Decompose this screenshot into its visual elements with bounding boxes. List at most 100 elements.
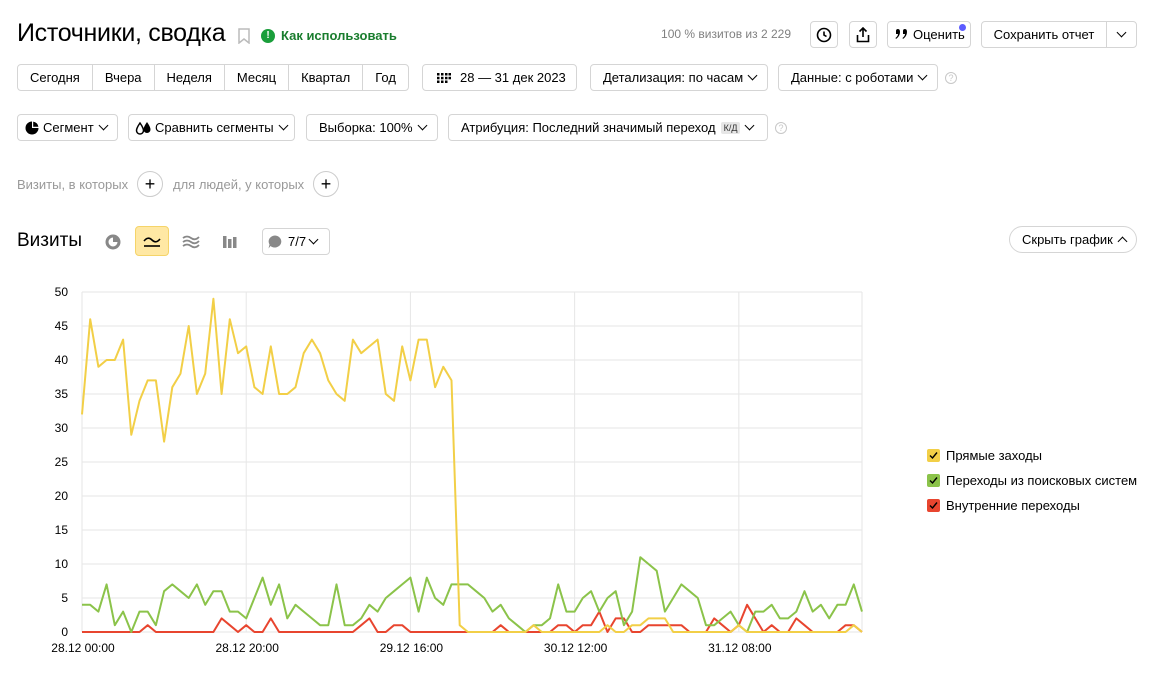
plus-icon: + — [144, 173, 156, 194]
y-tick-label: 10 — [55, 557, 69, 571]
page-title: Источники, сводка — [17, 19, 226, 47]
compare-segments-label: Сравнить сегменты — [155, 120, 274, 135]
history-button[interactable] — [810, 21, 838, 48]
chevron-down-icon — [417, 120, 428, 131]
notification-dot — [959, 24, 966, 31]
series-toggle-label: 7/7 — [288, 234, 307, 249]
visits-line-chart: 0 5 10 15 20 25 30 35 40 45 50 28.12 00:00 28.12 20:… — [51, 285, 863, 655]
chevron-down-icon — [98, 120, 109, 131]
period-button[interactable]: Квартал — [289, 65, 364, 90]
data-mode-dropdown[interactable]: Данные: с роботами — [778, 64, 938, 91]
bookmark-icon[interactable] — [238, 28, 250, 44]
bar-view-button[interactable] — [213, 227, 247, 257]
series-line — [82, 603, 863, 633]
detail-label: Детализация: по часам — [603, 70, 744, 85]
y-tick-label: 5 — [61, 591, 68, 605]
people-filter-label: для людей, у которых — [173, 177, 305, 192]
compare-segments-dropdown[interactable]: Сравнить сегменты — [128, 114, 295, 141]
legend-item[interactable]: Внутренние переходы — [927, 493, 1137, 518]
chevron-down-icon — [917, 70, 928, 81]
x-tick-label: 29.12 16:00 — [380, 641, 444, 655]
chevron-up-icon — [1117, 236, 1128, 247]
checkbox-icon[interactable] — [927, 449, 940, 462]
y-tick-label: 30 — [55, 421, 69, 435]
chevron-down-icon — [1116, 27, 1127, 38]
add-visit-filter-button[interactable]: + — [137, 171, 163, 197]
export-button[interactable] — [849, 21, 877, 48]
how-to-use-link[interactable]: ! Как использовать — [261, 28, 397, 43]
date-range-picker[interactable]: 28 — 31 дек 2023 — [422, 64, 577, 91]
y-tick-label: 20 — [55, 489, 69, 503]
attribution-badge: К/Д — [720, 121, 741, 134]
pie-icon — [25, 121, 39, 134]
comment-icon — [268, 235, 282, 248]
hide-chart-label: Скрыть график — [1022, 232, 1113, 247]
area-view-button[interactable] — [174, 227, 208, 257]
date-range-label: 28 — 31 дек 2023 — [460, 70, 566, 85]
segment-label: Сегмент — [43, 120, 94, 135]
how-to-use-label: Как использовать — [281, 28, 397, 43]
hide-chart-button[interactable]: Скрыть график — [1009, 226, 1137, 253]
save-options-dropdown[interactable] — [1106, 21, 1137, 48]
series-toggle-dropdown[interactable]: 7/7 — [262, 228, 330, 255]
y-tick-label: 40 — [55, 353, 69, 367]
info-icon: ! — [261, 28, 275, 43]
visits-info: 100 % визитов из 2 229 — [661, 27, 791, 41]
chart-legend: Прямые заходы Переходы из поисковых систе… — [927, 443, 1137, 518]
bar-chart-icon — [223, 236, 237, 248]
pie-view-button[interactable] — [96, 227, 130, 257]
pie-chart-icon — [105, 234, 121, 250]
attribution-dropdown[interactable]: Атрибуция: Последний значимый переход К/… — [448, 114, 768, 141]
drops-icon — [135, 121, 151, 135]
legend-label: Прямые заходы — [946, 448, 1043, 463]
checkbox-icon[interactable] — [927, 474, 940, 487]
legend-label: Переходы из поисковых систем — [946, 473, 1138, 488]
period-button[interactable]: Неделя — [155, 65, 225, 90]
quote-icon — [895, 28, 907, 39]
detail-dropdown[interactable]: Детализация: по часам — [590, 64, 768, 91]
period-button[interactable]: Сегодня — [18, 65, 93, 90]
y-tick-label: 50 — [55, 285, 69, 299]
clock-icon — [816, 27, 832, 42]
period-button[interactable]: Месяц — [225, 65, 290, 90]
period-selector: Сегодня Вчера Неделя Месяц Квартал Год — [17, 64, 409, 91]
chevron-down-icon — [278, 120, 289, 131]
rate-label: Оценить — [913, 27, 965, 42]
legend-item[interactable]: Переходы из поисковых систем — [927, 468, 1137, 493]
period-button[interactable]: Год — [363, 65, 408, 90]
chevron-down-icon — [747, 70, 758, 81]
attribution-label: Атрибуция: Последний значимый переход — [461, 120, 716, 135]
y-tick-label: 25 — [55, 455, 69, 469]
chevron-down-icon — [744, 120, 755, 131]
plus-icon: + — [320, 173, 332, 194]
x-tick-label: 31.12 08:00 — [708, 641, 772, 655]
visits-filter-label: Визиты, в которых — [17, 177, 129, 192]
line-view-button[interactable] — [135, 226, 169, 256]
y-tick-label: 0 — [61, 625, 68, 639]
period-button[interactable]: Вчера — [93, 65, 155, 90]
chevron-down-icon — [308, 234, 319, 245]
help-icon[interactable]: ? — [775, 122, 787, 134]
y-tick-label: 45 — [55, 319, 69, 333]
checkbox-icon[interactable] — [927, 499, 940, 512]
rate-button[interactable]: Оценить — [887, 21, 971, 48]
y-tick-label: 35 — [55, 387, 69, 401]
x-tick-label: 30.12 12:00 — [544, 641, 608, 655]
sample-dropdown[interactable]: Выборка: 100% — [306, 114, 438, 141]
legend-item[interactable]: Прямые заходы — [927, 443, 1137, 468]
line-chart-icon — [143, 237, 161, 247]
stacked-area-icon — [182, 235, 200, 249]
data-mode-label: Данные: с роботами — [791, 70, 914, 85]
add-people-filter-button[interactable]: + — [313, 171, 339, 197]
series-line — [81, 297, 863, 633]
x-tick-label: 28.12 20:00 — [216, 641, 280, 655]
y-tick-label: 15 — [55, 523, 69, 537]
x-tick-label: 28.12 00:00 — [51, 641, 115, 655]
sample-label: Выборка: 100% — [319, 120, 413, 135]
share-icon — [856, 26, 870, 42]
calendar-icon — [437, 72, 451, 83]
segment-dropdown[interactable]: Сегмент — [17, 114, 118, 141]
series-line — [82, 556, 863, 633]
save-report-button[interactable]: Сохранить отчет — [981, 21, 1107, 48]
help-icon[interactable]: ? — [945, 72, 957, 84]
